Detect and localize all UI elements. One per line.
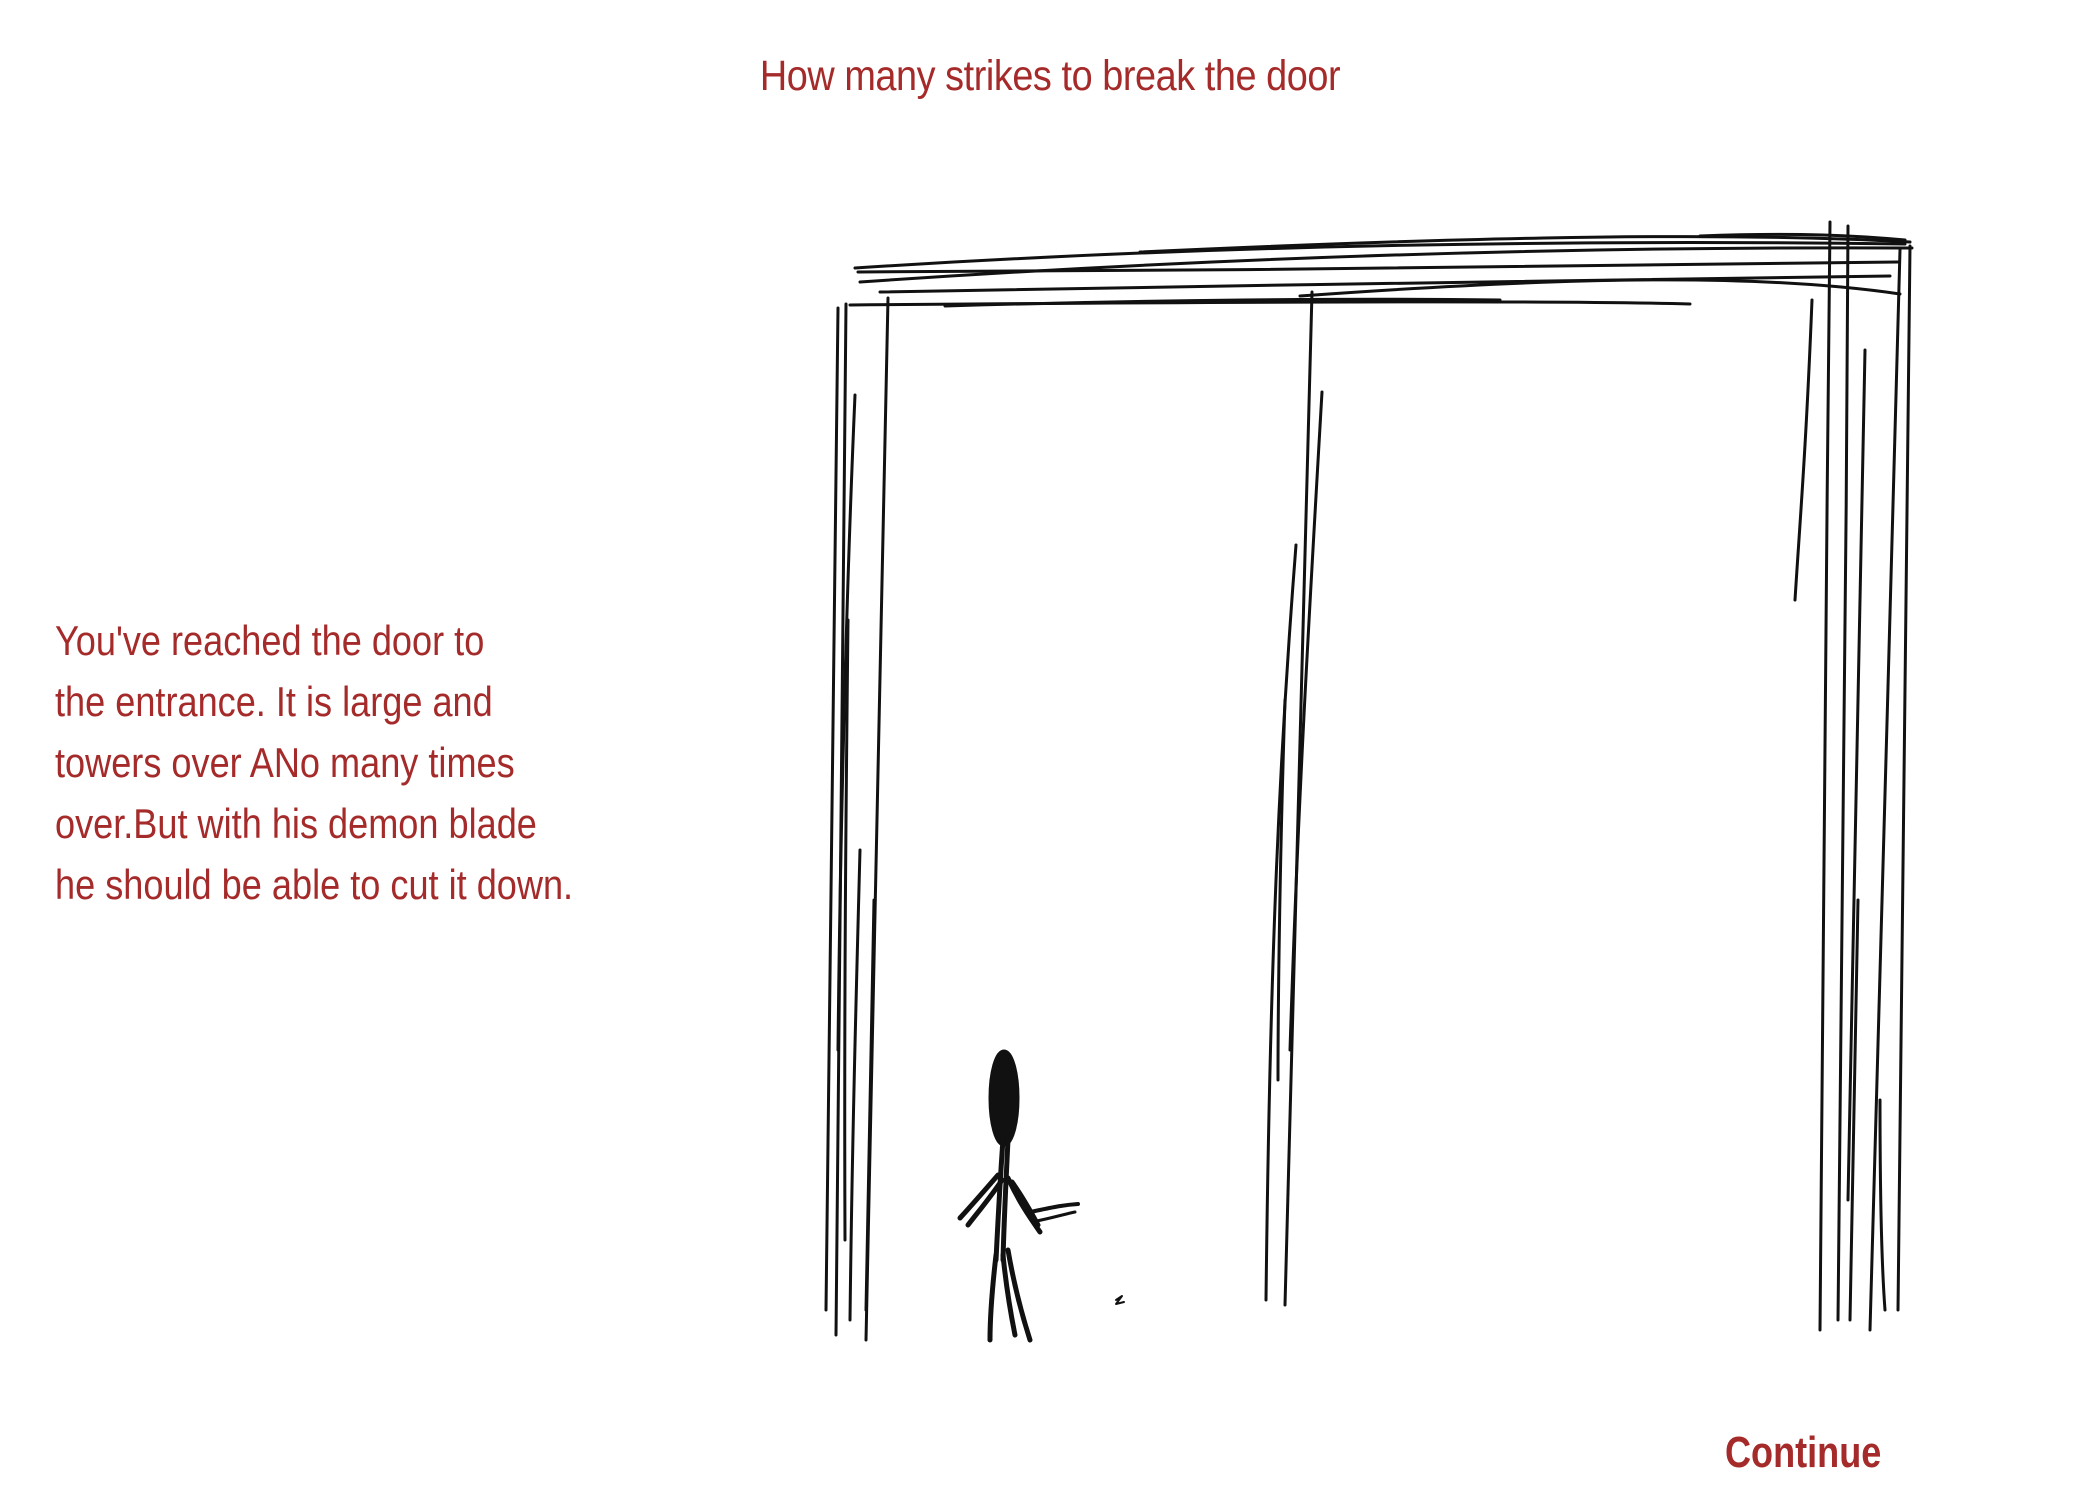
narrative-line: towers over ANo many times (55, 739, 515, 786)
scene-title: How many strikes to break the door (759, 52, 1341, 100)
hero-figure (957, 1049, 1080, 1343)
door-left-post (824, 296, 890, 1342)
door-lintel (848, 232, 1914, 308)
door-right-post (1793, 220, 1912, 1332)
door-middle-seam (1264, 290, 1324, 1307)
ground-mark (1115, 1295, 1125, 1305)
narrative-text: You've reached the door to the entrance.… (55, 610, 605, 915)
continue-button[interactable]: Continue (1725, 1428, 1881, 1478)
narrative-line: he should be able to cut it down. (55, 861, 574, 908)
narrative-line: over.But with his demon blade (55, 800, 537, 847)
narrative-line: the entrance. It is large and (55, 678, 493, 725)
narrative-line: You've reached the door to (55, 617, 485, 664)
